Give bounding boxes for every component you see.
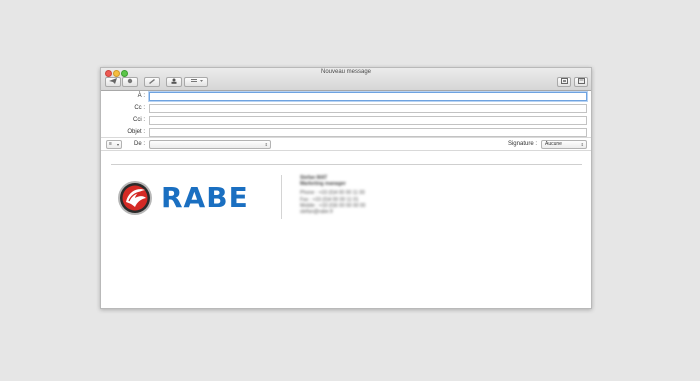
reply-icon [127, 78, 133, 84]
template-icon [577, 78, 585, 84]
send-button[interactable] [105, 77, 121, 87]
from-label: De : [133, 141, 145, 147]
bcc-label: Cci : [133, 117, 145, 123]
body-separator [101, 150, 591, 151]
mail-compose-window: Nouveau message À : Cc : Cci : Objet : ≡… [100, 67, 592, 309]
updown-arrows-icon: ⇕ [580, 142, 584, 147]
attach-button[interactable] [144, 77, 160, 87]
reply-button[interactable] [122, 77, 138, 87]
signature-value: Aucune [545, 141, 562, 147]
title-bar: Nouveau message [101, 68, 591, 91]
window-title: Nouveau message [320, 69, 372, 75]
attach-icon [149, 79, 155, 84]
photo-browser-icon [560, 78, 568, 84]
send-icon [109, 78, 117, 84]
subject-label: Objet : [127, 129, 145, 135]
subject-field[interactable] [149, 128, 587, 137]
photo-browser-button[interactable] [557, 77, 571, 87]
signature-rule [111, 164, 582, 165]
signature-divider [281, 175, 282, 219]
contact-block: Stefan MAT Marketing manager Phone : +33… [300, 175, 420, 215]
signature-select[interactable]: Aucune ⇕ [541, 140, 587, 149]
format-list-icon [191, 79, 203, 82]
cc-field[interactable] [149, 104, 587, 113]
address-button[interactable] [166, 77, 182, 87]
from-select[interactable]: ⇕ [149, 140, 271, 149]
fields-separator [101, 137, 591, 138]
cc-label: Cc : [134, 105, 145, 111]
format-menu-button[interactable] [184, 77, 208, 87]
address-icon [171, 78, 177, 84]
brand-name: RABE [161, 181, 249, 214]
to-label: À : [137, 93, 145, 99]
rabe-logo: RABE [117, 176, 267, 222]
contact-role: Marketing manager [300, 181, 346, 188]
signature-label: Signature : [507, 141, 537, 147]
contact-line-4: stefan@rabe.fr [300, 209, 334, 216]
bcc-field[interactable] [149, 116, 587, 125]
template-button[interactable] [574, 77, 588, 87]
updown-arrows-icon: ⇕ [264, 142, 268, 147]
to-field[interactable] [149, 92, 587, 101]
